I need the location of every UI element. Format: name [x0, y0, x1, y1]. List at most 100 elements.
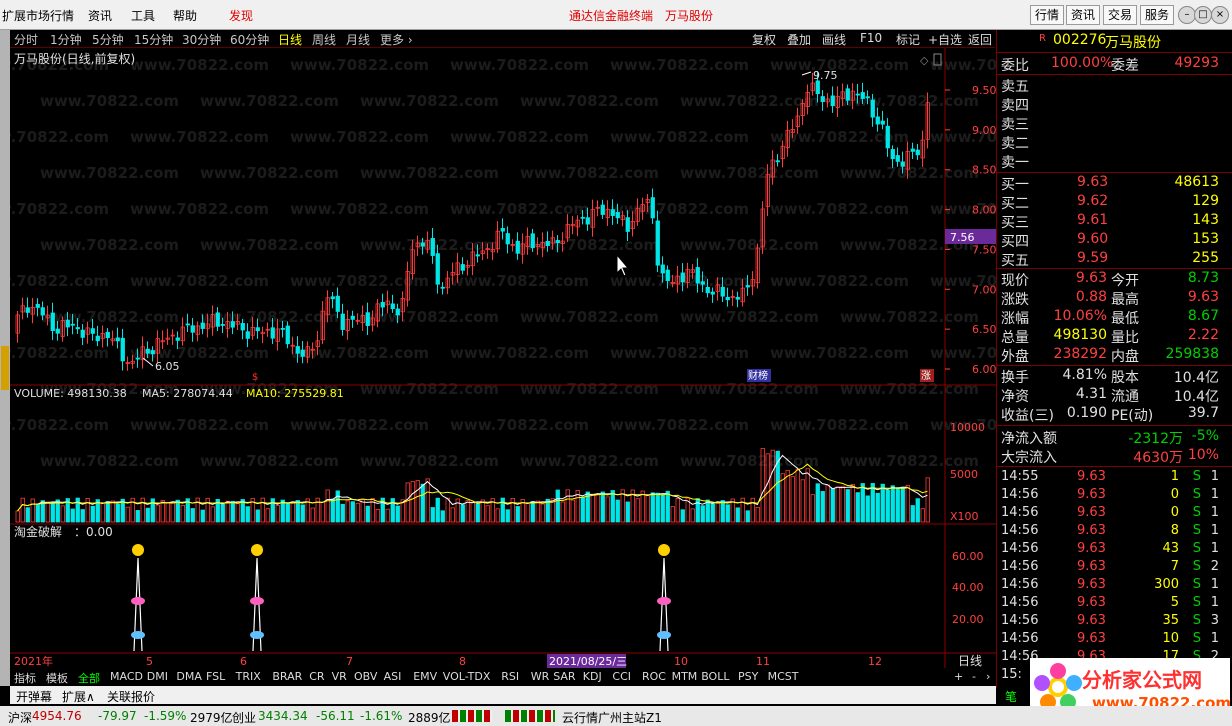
watermark-text: www.70822.com [770, 416, 909, 434]
indicator-tab[interactable]: KDJ [583, 670, 602, 683]
candle-body [860, 92, 865, 99]
tool-draw[interactable]: 画线 [822, 31, 846, 48]
indicator-tab[interactable]: MTM [672, 670, 698, 683]
diamond-icon[interactable]: ◇ [920, 54, 929, 67]
watermark-text: www.70822.com [770, 272, 909, 290]
indicator-tab[interactable]: WR [531, 670, 550, 683]
buy-row: 买一 9.63 48613 [997, 174, 1232, 193]
tab-trade[interactable]: 交易 [1103, 5, 1138, 25]
tick-time: 14:56 [1001, 577, 1039, 592]
close-icon[interactable]: × [1211, 6, 1229, 24]
tick-time: 14:56 [1001, 559, 1039, 574]
period-8[interactable]: 周线 [312, 31, 336, 48]
candle-body [855, 93, 860, 96]
server-name[interactable]: 云行情广州主站Z1 [562, 709, 662, 726]
fund-label: 净资 [1001, 389, 1029, 405]
kline-chart[interactable]: www.70822.com www.70822.com www.70822.com w… [10, 48, 996, 668]
tab-quotes[interactable]: 行情 [1030, 5, 1065, 25]
indicator-tab[interactable]: OBV [354, 670, 377, 683]
watermark-text: www.70822.com [680, 308, 819, 326]
ticks-tab[interactable]: 笔 [1005, 688, 1017, 705]
tool-watchlist[interactable]: +自选 [928, 31, 962, 48]
tool-fuquan[interactable]: 复权 [752, 31, 776, 48]
margin-flag: R [1039, 33, 1046, 44]
price-axis-tick: 8.50 [972, 164, 996, 177]
menu-tools[interactable]: 工具 [131, 7, 155, 24]
period-4[interactable]: 15分钟 [134, 31, 173, 48]
left-collapse-strip[interactable] [0, 30, 10, 686]
menu-news[interactable]: 资讯 [88, 7, 112, 24]
tab-service[interactable]: 服务 [1140, 5, 1175, 25]
candle-body [135, 357, 140, 360]
tick-price: 9.63 [1077, 631, 1106, 646]
indicator-tab[interactable]: VR [332, 670, 347, 683]
menu-discover[interactable]: 发现 [229, 7, 253, 24]
volume-bar [140, 497, 145, 523]
indicator-tab[interactable]: DMA [176, 670, 202, 683]
indicator-tab[interactable]: ROC [642, 670, 666, 683]
indicator-tab[interactable]: 指标 [14, 670, 36, 686]
event-marker-icon[interactable]: $ [252, 372, 258, 383]
blue-marker-icon [657, 631, 671, 639]
period-2[interactable]: 1分钟 [50, 31, 82, 48]
period-7[interactable]: 日线 [278, 31, 302, 48]
period-6[interactable]: 60分钟 [230, 31, 269, 48]
menu-ext-market[interactable]: 扩展市场行情 [2, 7, 74, 24]
period-more[interactable]: 更多 › [380, 31, 413, 48]
volume-bar [725, 504, 730, 523]
danmaku-button[interactable]: 开弹幕 [16, 688, 52, 705]
scroll-left-icon[interactable]: + [954, 670, 963, 683]
indicator-tab[interactable]: FSL [206, 670, 225, 683]
maximize-icon[interactable]: □ [1194, 6, 1212, 24]
coin-icon [251, 544, 263, 556]
menu-help[interactable]: 帮助 [173, 7, 197, 24]
scroll-end-icon[interactable]: › [986, 670, 990, 683]
candle-body [910, 148, 915, 152]
indicator-tab[interactable]: SAR [553, 670, 575, 683]
tool-overlay[interactable]: 叠加 [787, 31, 811, 48]
period-3[interactable]: 5分钟 [92, 31, 124, 48]
indicator-tab[interactable]: EMV [413, 670, 437, 683]
indicator-tab[interactable]: CR [309, 670, 324, 683]
indicator-tab[interactable]: MCST [768, 670, 799, 683]
indicator-tab[interactable]: MACD [110, 670, 143, 683]
volume-bar [180, 504, 185, 523]
scroll-right-icon[interactable]: - [972, 670, 976, 683]
volume-bar [510, 498, 515, 523]
price-axis-tick: 7.50 [972, 243, 996, 256]
volume-bar [495, 508, 500, 523]
tool-mark[interactable]: 标记 [896, 31, 920, 48]
indicator-tab[interactable]: ASI [384, 670, 402, 683]
indicator-tab[interactable]: CCI [612, 670, 631, 683]
tab-news[interactable]: 资讯 [1066, 5, 1101, 25]
indicator-tab[interactable]: TRIX [236, 670, 261, 683]
period-5[interactable]: 30分钟 [182, 31, 221, 48]
buy-level-label: 买三 [1001, 215, 1029, 231]
indicator-tab[interactable]: 模板 [46, 670, 68, 686]
watermark-text: www.70822.com [840, 380, 979, 398]
volume-bar [665, 490, 670, 523]
indicator-tab[interactable]: 全部 [78, 670, 100, 686]
period-1[interactable]: 分时 [14, 31, 38, 48]
indicator-tab[interactable]: DMI [147, 670, 168, 683]
stock-name: 万马股份 [1105, 35, 1161, 51]
status-bar: 沪深 4954.76 -79.97 -1.59% 2979亿 创业 3434.3… [0, 706, 1232, 726]
volume-bar [675, 498, 680, 523]
volume-bar [600, 491, 605, 523]
related-quote-button[interactable]: 关联报价 [107, 688, 155, 705]
indicator-tab[interactable]: RSI [501, 670, 519, 683]
tick-side: S [1192, 577, 1201, 592]
indicator-tab[interactable]: BOLL [701, 670, 729, 683]
indicator-tab[interactable]: BRAR [272, 670, 302, 683]
tool-f10[interactable]: F10 [860, 31, 882, 45]
watermark-text: www.70822.com [10, 200, 109, 218]
expand-arrow-icon[interactable] [1, 346, 9, 390]
watermark-text: www.70822.com [520, 164, 659, 182]
period-9[interactable]: 月线 [346, 31, 370, 48]
expand-button[interactable]: 扩展∧ [62, 688, 95, 705]
indicator-tab[interactable]: VOL-TDX [443, 670, 491, 683]
volume-bar [475, 502, 480, 523]
date-cursor: 2021/08/25/三 [549, 655, 627, 668]
indicator-tab[interactable]: PSY [738, 670, 758, 683]
tool-back[interactable]: 返回 [968, 31, 992, 48]
